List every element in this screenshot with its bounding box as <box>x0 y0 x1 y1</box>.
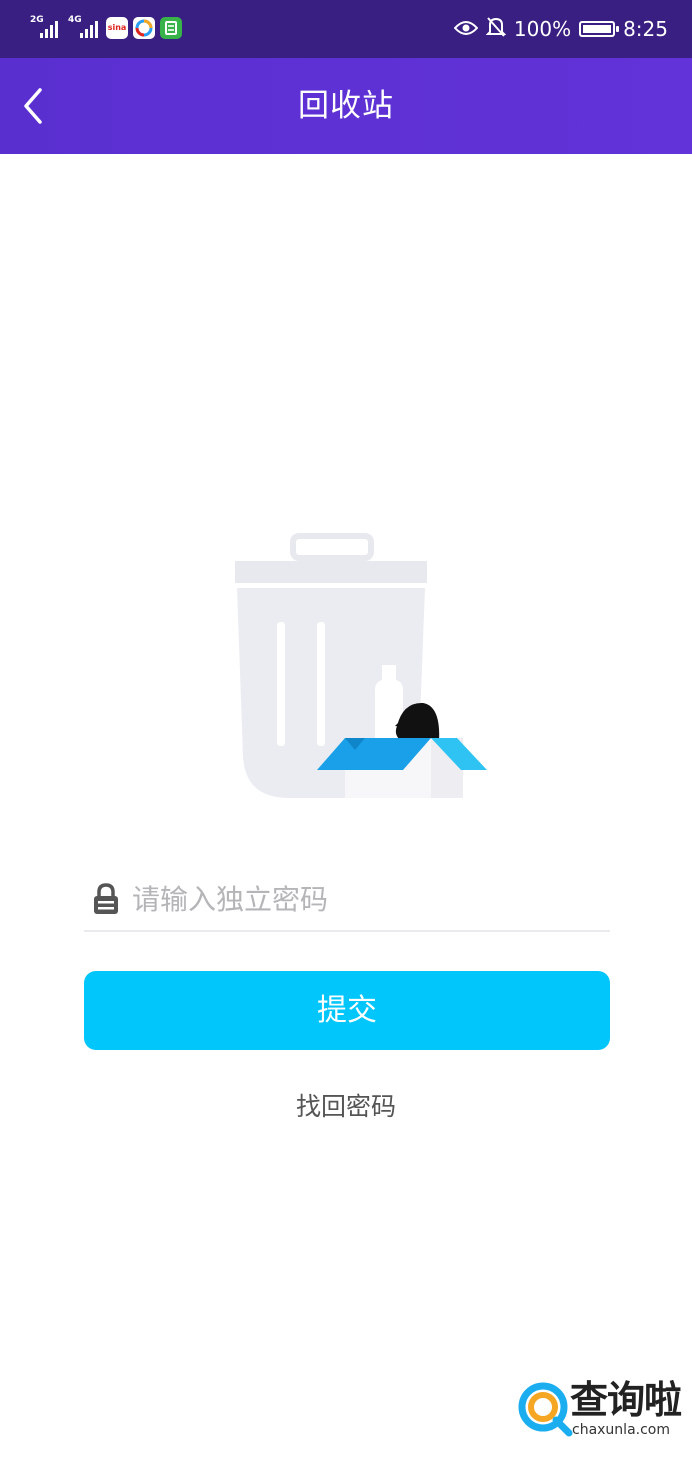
status-right-group: 100% 8:25 <box>453 14 668 44</box>
browser-app-icon <box>133 17 155 39</box>
watermark-brand: 查询啦 <box>570 1377 682 1422</box>
lock-icon <box>88 879 124 919</box>
recycle-bin-page: 2G 4G sina 100% 8:25 回收站 提交 找回密码 查询啦 cha… <box>0 0 692 1461</box>
sina-app-icon: sina <box>106 17 128 39</box>
signal-bars-icon <box>80 18 98 38</box>
battery-percent: 100% <box>513 17 572 41</box>
signal-bars-icon <box>40 18 58 38</box>
page-title: 回收站 <box>298 88 394 124</box>
magnifier-q-icon <box>518 1382 573 1437</box>
watermark-url: chaxunla.com <box>572 1422 670 1438</box>
submit-button[interactable]: 提交 <box>84 971 610 1050</box>
forgot-password-link[interactable]: 找回密码 <box>0 1087 692 1127</box>
password-field-row <box>84 868 610 932</box>
chevron-left-icon <box>24 88 42 124</box>
battery-icon <box>579 21 620 37</box>
eye-icon <box>453 17 479 41</box>
bell-muted-icon <box>485 16 507 43</box>
back-button[interactable] <box>8 76 58 136</box>
status-bar: 2G 4G sina 100% 8:25 <box>0 0 692 58</box>
password-input[interactable] <box>132 871 610 927</box>
green-app-icon <box>160 17 182 39</box>
trash-bin-illustration <box>235 533 487 798</box>
clock: 8:25 <box>623 17 668 41</box>
nav-bar: 回收站 <box>0 58 692 154</box>
watermark-logo: 查询啦 chaxunla.com <box>516 1378 682 1444</box>
